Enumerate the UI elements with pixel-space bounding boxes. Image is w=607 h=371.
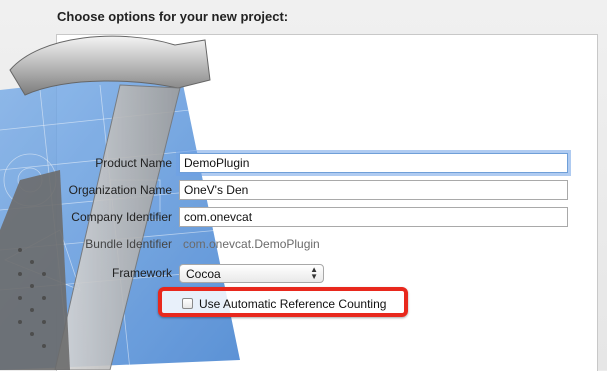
options-panel: [56, 34, 598, 371]
product-name-field[interactable]: [179, 153, 568, 173]
framework-label: Framework: [111, 266, 172, 280]
organization-name-label: Organization Name: [68, 183, 172, 197]
arc-checkbox-label[interactable]: Use Automatic Reference Counting: [199, 297, 386, 311]
framework-select[interactable]: Cocoa ▲ ▼: [179, 264, 324, 283]
company-identifier-field[interactable]: [179, 207, 568, 227]
organization-name-field[interactable]: [179, 180, 568, 200]
product-name-label: Product Name: [95, 156, 172, 170]
page-title: Choose options for your new project:: [57, 9, 289, 24]
bundle-identifier-label: Bundle Identifier: [85, 237, 172, 251]
arc-checkbox[interactable]: [182, 298, 193, 309]
bundle-identifier-value: com.onevcat.DemoPlugin: [183, 237, 320, 251]
arc-option-highlight: Use Automatic Reference Counting: [158, 287, 408, 317]
company-identifier-label: Company Identifier: [71, 210, 172, 224]
select-arrows-icon: ▲ ▼: [310, 265, 318, 281]
framework-select-value: Cocoa: [186, 267, 221, 281]
